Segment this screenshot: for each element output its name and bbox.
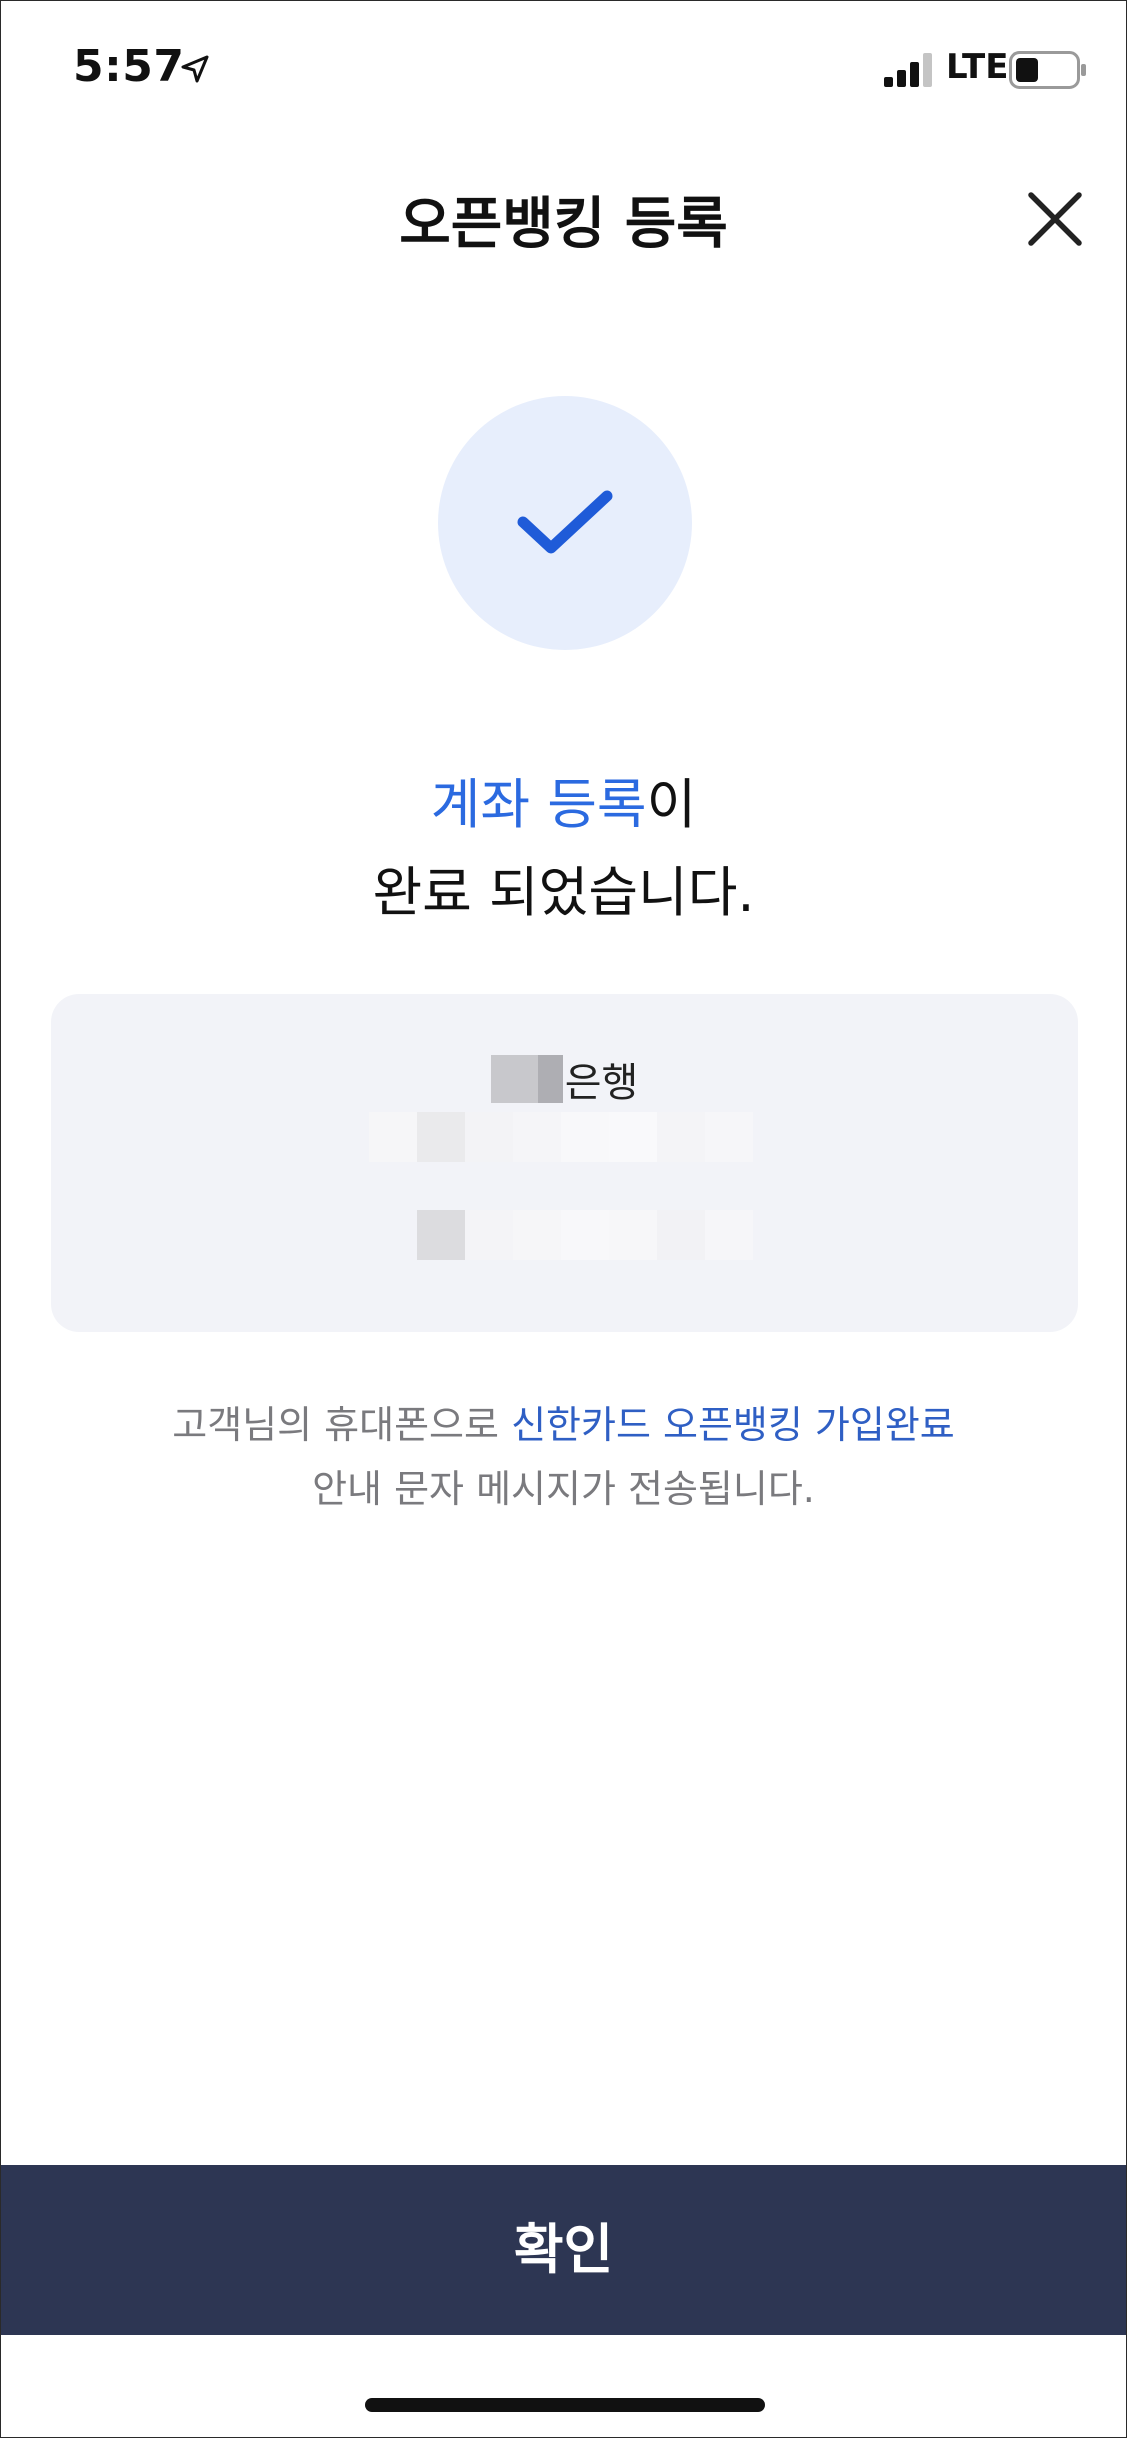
- success-badge: [438, 396, 692, 650]
- sms-notice: 고객님의 휴대폰으로 신한카드 오픈뱅킹 가입완료 안내 문자 메시지가 전송됩…: [1, 1393, 1126, 1521]
- battery-icon: [1009, 51, 1086, 89]
- heading-suffix: 이: [646, 773, 697, 836]
- sms-notice-line2: 안내 문자 메시지가 전송됩니다.: [312, 1467, 815, 1511]
- page-title: 오픈뱅킹 등록: [399, 192, 728, 257]
- completion-heading: 계좌 등록이 완료 되었습니다.: [1, 761, 1126, 937]
- bank-name-masked: [490, 1055, 563, 1103]
- heading-highlight: 계좌 등록: [430, 773, 647, 836]
- bank-name: 은행: [51, 1050, 1078, 1106]
- completion-heading-line1: 계좌 등록이: [1, 761, 1126, 849]
- account-number-masked: [417, 1210, 753, 1260]
- home-indicator[interactable]: [365, 2398, 765, 2412]
- network-type: LTE: [946, 47, 1009, 87]
- account-holder-masked: [369, 1112, 753, 1162]
- checkmark-icon: [517, 490, 613, 554]
- notice-highlight: 신한카드 오픈뱅킹 가입완료: [511, 1403, 955, 1447]
- notice-text: 고객님의 휴대폰으로: [172, 1403, 512, 1447]
- account-card: 은행: [51, 994, 1078, 1332]
- status-time: 5:57: [73, 41, 185, 92]
- close-icon[interactable]: [1023, 187, 1087, 251]
- sms-notice-line1: 고객님의 휴대폰으로 신한카드 오픈뱅킹 가입완료: [1, 1393, 1126, 1457]
- phone-screen: 5:57 LTE 오픈뱅킹 등록 계좌 등록이 완료 되었습니다. 은행 고객님…: [0, 0, 1127, 2438]
- confirm-button[interactable]: 확인: [1, 2165, 1126, 2335]
- location-arrow-icon: [181, 55, 209, 83]
- completion-heading-line2: 완료 되었습니다.: [372, 861, 755, 924]
- bank-name-suffix: 은행: [564, 1060, 639, 1106]
- cellular-signal-icon: [884, 53, 932, 87]
